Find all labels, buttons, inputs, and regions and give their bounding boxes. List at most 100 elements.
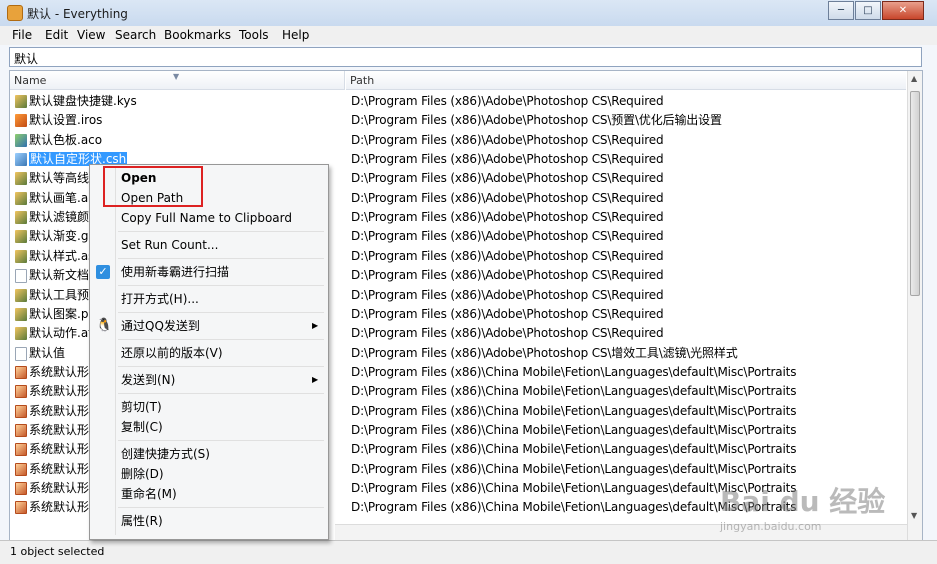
row-path: D:\Program Files (x86)\Adobe\Photoshop C… [351,210,664,225]
row-name: 系统默认形 [29,403,90,418]
close-button[interactable]: ✕ [882,1,924,20]
kys-icon [15,288,27,302]
sort-indicator-icon: ▼ [173,72,180,81]
row-name: 系统默认形 [29,461,90,476]
context-item-20[interactable]: 删除(D) [121,464,164,484]
context-item-10[interactable]: 通过QQ发送到 [121,316,200,336]
kys-icon [15,230,27,244]
menu-view[interactable]: View [77,28,105,42]
fetion-icon [15,482,27,495]
context-item-12[interactable]: 还原以前的版本(V) [121,343,223,363]
menu-separator [118,366,324,367]
scroll-down-icon[interactable]: ▼ [911,511,917,520]
menu-separator [118,440,324,441]
kys-icon [15,172,27,186]
row-name: 系统默认形 [29,481,90,495]
row-path: D:\Program Files (x86)\Adobe\Photoshop C… [351,229,664,244]
row-path: D:\Program Files (x86)\China Mobile\Feti… [351,422,797,437]
context-item-14[interactable]: 发送到(N) [121,370,175,390]
menu-separator [118,312,324,313]
fetion-icon [15,443,27,457]
context-item-23[interactable]: 属性(R) [121,511,163,531]
csh-icon [15,153,27,167]
kys-icon [15,191,27,205]
kys-icon [15,95,27,108]
fetion-icon [15,423,27,437]
menu-separator [118,339,324,340]
row-path: D:\Program Files (x86)\Adobe\Photoshop C… [351,152,664,167]
scroll-up-icon[interactable]: ▲ [911,74,917,83]
row-path: D:\Program Files (x86)\Adobe\Photoshop C… [351,268,664,283]
column-header-name-label: Name [14,74,47,87]
row-name: 系统默认形 [29,422,90,437]
row-path: D:\Program Files (x86)\Adobe\Photoshop C… [351,287,664,302]
row-path: D:\Program Files (x86)\Adobe\Photoshop C… [351,190,664,205]
fetion-icon [15,365,27,379]
qq-icon: 🐧 [96,318,113,333]
kys-icon [15,307,27,321]
context-item-21[interactable]: 重命名(M) [121,484,177,504]
row-name: 默认样式.as [29,248,95,263]
column-header-path-label: Path [350,74,375,87]
everything-app-icon [7,5,23,21]
table-row[interactable]: 默认键盘快捷键.kys D:\Program Files (x86)\Adobe\… [10,92,905,111]
row-path: D:\Program Files (x86)\China Mobile\Feti… [351,403,797,418]
row-name: 默认图案.pa [29,306,96,321]
row-name: 系统默认形 [29,384,90,399]
row-path: D:\Program Files (x86)\Adobe\Photoshop C… [351,94,664,108]
submenu-arrow-icon: ▶ [312,321,319,330]
menu-bookmarks[interactable]: Bookmarks [164,28,231,42]
row-name: 默认键盘快捷键.kys [29,94,137,108]
row-name: 默认画笔.ab [29,190,96,205]
row-name: 默认值 [29,345,66,360]
table-row[interactable]: 默认色板.aco D:\Program Files (x86)\Adobe\Pho… [10,131,905,150]
search-input[interactable]: 默认 [14,50,38,67]
search-box[interactable]: 默认 [9,47,922,67]
context-item-19[interactable]: 创建快捷方式(S) [121,444,210,464]
context-item-2[interactable]: Copy Full Name to Clipboard [121,208,292,228]
row-path: D:\Program Files (x86)\Adobe\Photoshop C… [351,306,664,321]
column-header-path[interactable]: Path [346,71,906,90]
table-row[interactable]: 默认设置.iros D:\Program Files (x86)\Adobe\Ph… [10,111,905,130]
context-item-17[interactable]: 复制(C) [121,417,163,437]
row-path: D:\Program Files (x86)\Adobe\Photoshop C… [351,132,664,147]
row-path: D:\Program Files (x86)\Adobe\Photoshop C… [351,171,664,186]
row-path: D:\Program Files (x86)\China Mobile\Feti… [351,364,797,379]
context-item-6[interactable]: 使用新毒霸进行扫描 [121,262,229,282]
row-path: D:\Program Files (x86)\Adobe\Photoshop C… [351,326,664,341]
title-bar: 默认 - Everything ─ □ ✕ [0,0,937,27]
row-name: 默认渐变.gr [29,229,94,244]
row-name: 默认设置.iros [29,113,103,128]
aco-icon [15,133,27,147]
minimize-button[interactable]: ─ [828,1,854,20]
menu-search[interactable]: Search [115,28,156,42]
maximize-button[interactable]: □ [855,1,881,20]
row-name: 系统默认形 [29,500,90,515]
check-icon: ✓ [96,265,110,279]
menu-file[interactable]: File [12,28,32,42]
fetion-icon [15,501,27,515]
window-title: 默认 - Everything [27,7,128,21]
fetion-icon [15,462,27,476]
row-path: D:\Program Files (x86)\Adobe\Photoshop C… [351,113,722,128]
context-item-4[interactable]: Set Run Count... [121,235,218,255]
context-menu: Open Open Path Copy Full Name to Clipboard… [89,164,329,540]
menu-separator [118,258,324,259]
iros-icon [15,114,27,128]
context-item-8[interactable]: 打开方式(H)... [121,289,199,309]
menu-tools[interactable]: Tools [239,28,269,42]
kys-icon [15,327,27,341]
menu-edit[interactable]: Edit [45,28,68,42]
vertical-scrollbar[interactable]: ▲ ▼ [907,71,922,541]
watermark: Bai du 经验 [720,485,886,518]
scroll-thumb[interactable] [910,91,920,296]
context-item-16[interactable]: 剪切(T) [121,397,162,417]
row-path: D:\Program Files (x86)\China Mobile\Feti… [351,384,797,399]
fetion-icon [15,404,27,418]
row-name: 默认色板.aco [29,132,103,147]
menu-help[interactable]: Help [282,28,309,42]
kys-icon [15,249,27,263]
row-path: D:\Program Files (x86)\Adobe\Photoshop C… [351,248,664,263]
row-name: 系统默认形 [29,442,90,457]
column-header-name[interactable]: Name ▼ [10,71,345,90]
